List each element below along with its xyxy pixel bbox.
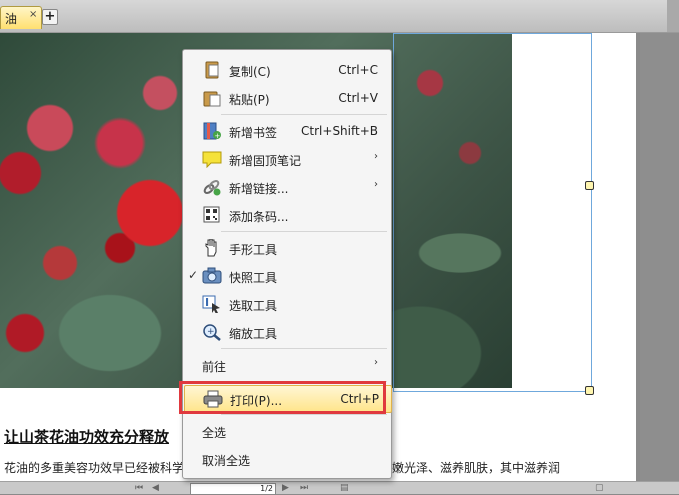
menu-item-deselect-all[interactable]: 取消全选 bbox=[184, 446, 390, 472]
menu-item-select-all[interactable]: 全选 bbox=[184, 418, 390, 444]
resize-handle-right[interactable] bbox=[585, 181, 594, 190]
menu-separator bbox=[221, 114, 387, 115]
prev-page-icon[interactable]: ◀ bbox=[152, 483, 159, 493]
menu-item-hand-tool[interactable]: 手形工具 bbox=[184, 235, 390, 261]
context-menu: 复制(C) Ctrl+C 粘贴(P) Ctrl+V + 新增书签 Ctrl+Sh… bbox=[182, 49, 392, 479]
menu-item-add-sticky-note[interactable]: 新增固顶笔记 › bbox=[184, 146, 390, 172]
menu-item-snapshot-tool[interactable]: ✓ 快照工具 bbox=[184, 263, 390, 289]
menu-item-zoom-tool[interactable]: + 缩放工具 bbox=[184, 319, 390, 345]
article-heading: 让山茶花油功效充分释放 bbox=[4, 428, 170, 446]
svg-text:I: I bbox=[205, 296, 209, 309]
new-tab-button[interactable]: + bbox=[42, 9, 58, 25]
last-page-icon[interactable]: ⏭ bbox=[300, 483, 308, 493]
next-page-icon[interactable]: ▶ bbox=[282, 483, 289, 493]
menu-item-add-bookmark[interactable]: + 新增书签 Ctrl+Shift+B bbox=[184, 118, 390, 144]
menu-separator bbox=[221, 348, 387, 349]
article-text-left: 花油的多重美容功效早已经被科学 bbox=[4, 461, 185, 475]
tab-document[interactable]: 油 × bbox=[0, 6, 42, 29]
tab-close-icon[interactable]: × bbox=[29, 9, 37, 20]
tab-title: 油 bbox=[5, 12, 18, 26]
page-navigation-bar: ⏮ ◀ 1/2 ▶ ⏭ ▤ ▢ bbox=[0, 481, 679, 495]
print-highlight-frame bbox=[179, 381, 386, 414]
resize-handle-bottom-right[interactable] bbox=[585, 386, 594, 395]
paste-icon bbox=[202, 89, 222, 107]
menu-item-copy[interactable]: 复制(C) Ctrl+C bbox=[184, 57, 390, 83]
page-number-input[interactable]: 1/2 bbox=[190, 483, 276, 495]
zoom-icon: + bbox=[202, 323, 222, 341]
svg-text:+: + bbox=[215, 132, 221, 140]
submenu-arrow-icon: › bbox=[374, 179, 378, 190]
article-text-right: 嫩光泽、滋养肌肤，其中滋养润 bbox=[392, 461, 561, 475]
workspace-background bbox=[640, 33, 679, 481]
hand-icon bbox=[202, 238, 222, 257]
check-mark-icon: ✓ bbox=[188, 268, 199, 282]
camera-icon bbox=[202, 267, 222, 285]
bookmark-add-icon: + bbox=[202, 122, 222, 140]
tabstrip-edge bbox=[667, 0, 679, 32]
menu-item-paste[interactable]: 粘贴(P) Ctrl+V bbox=[184, 85, 390, 111]
svg-text:+: + bbox=[207, 327, 215, 337]
select-text-icon: I bbox=[202, 295, 222, 314]
sticky-note-icon bbox=[202, 150, 222, 169]
menu-separator bbox=[221, 414, 387, 415]
single-page-icon[interactable]: ▤ bbox=[340, 483, 349, 493]
menu-item-select-tool[interactable]: I 选取工具 bbox=[184, 291, 390, 317]
menu-item-add-link[interactable]: 新增链接... › bbox=[184, 174, 390, 200]
menu-item-goto[interactable]: 前往 › bbox=[184, 352, 390, 378]
barcode-icon bbox=[202, 206, 222, 224]
view-mode-icon[interactable]: ▢ bbox=[595, 483, 604, 493]
submenu-arrow-icon: › bbox=[374, 357, 378, 368]
snapshot-selection-box[interactable] bbox=[393, 33, 592, 392]
menu-item-add-barcode[interactable]: 添加条码... bbox=[184, 202, 390, 228]
tab-strip: 油 × + bbox=[0, 0, 679, 33]
copy-icon bbox=[202, 61, 222, 79]
link-icon bbox=[202, 178, 222, 196]
first-page-icon[interactable]: ⏮ bbox=[135, 483, 143, 493]
menu-separator bbox=[221, 231, 387, 232]
submenu-arrow-icon: › bbox=[374, 151, 378, 162]
